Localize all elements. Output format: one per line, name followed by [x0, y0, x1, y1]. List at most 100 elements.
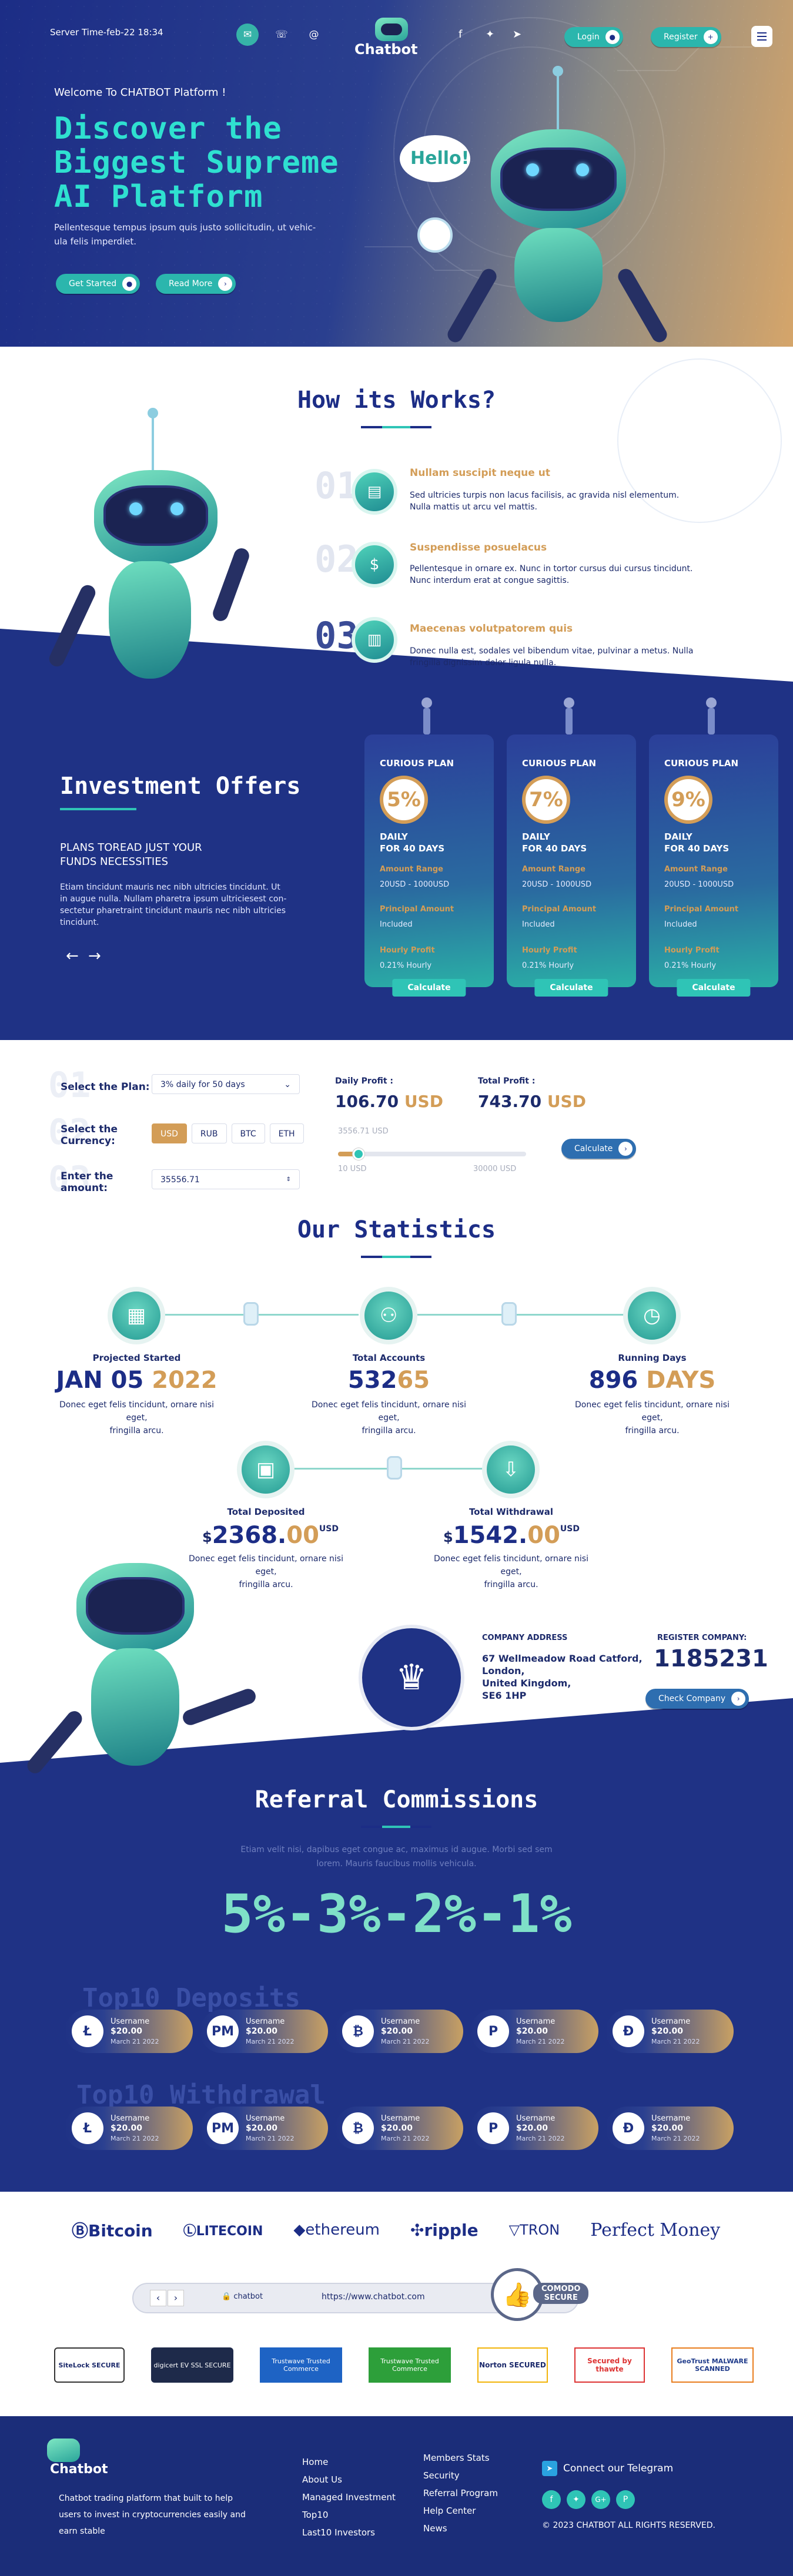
coin-icon: P	[477, 2112, 509, 2144]
currency-btc[interactable]: BTC	[231, 1123, 265, 1143]
calculate-profit-button[interactable]: Calculate ›	[561, 1139, 637, 1159]
pinterest-icon[interactable]: P	[616, 2490, 635, 2509]
calculate-button[interactable]: Calculate	[534, 979, 608, 997]
ethereum-label: ethereum	[305, 2221, 380, 2239]
check-company-button[interactable]: Check Company ›	[645, 1689, 749, 1709]
stat-desc-line2: fringilla arcu.	[109, 1426, 164, 1435]
stat-value-highlight: 00	[286, 1522, 319, 1549]
hello-text: Hello!	[410, 148, 470, 169]
footer-link-home[interactable]: Home	[302, 2453, 396, 2471]
logo-robot-icon	[375, 18, 408, 41]
transaction-username: Username	[651, 2114, 691, 2123]
currency-usd[interactable]: USD	[152, 1123, 187, 1143]
transaction-amount: $20.00	[651, 2123, 684, 2133]
back-icon[interactable]: ‹	[150, 2290, 166, 2306]
plan-daily: DAILY	[380, 831, 408, 842]
referral-levels: 5%-3%-2%-1%	[221, 1883, 572, 1945]
principal-label: Principal Amount	[380, 905, 454, 914]
register-button[interactable]: Register +	[651, 27, 721, 47]
logo[interactable]: Chatbot	[352, 18, 434, 59]
payment-logos: ⒷBitcoin ⓁLITECOIN ◆ethereum ✣ripple ▽TR…	[72, 2218, 720, 2242]
tron-label: TRON	[520, 2222, 560, 2238]
robot-illustration	[24, 1563, 282, 1810]
facebook-icon[interactable]: f	[459, 28, 462, 41]
calendar-icon: ▦	[108, 1287, 165, 1344]
phone-icon[interactable]: ☏	[270, 24, 293, 46]
twitter-icon[interactable]: ✦	[486, 28, 494, 41]
plan-name: CURIOUS PLAN	[380, 758, 454, 769]
footer-link-security[interactable]: Security	[423, 2467, 498, 2484]
slider-value: 3556.71 USD	[338, 1127, 389, 1136]
hero-title-line2: Biggest Supreme	[54, 145, 339, 180]
transaction-username: Username	[246, 2114, 285, 2123]
stat-value-main: 2368.	[212, 1522, 287, 1549]
total-profit-amount: 743.70 USD	[478, 1092, 586, 1111]
users-icon: ⚇	[360, 1287, 417, 1344]
telegram-icon[interactable]: ➤	[513, 28, 521, 41]
mini-bot-icon	[417, 217, 453, 253]
calculate-button[interactable]: Calculate	[392, 979, 466, 997]
connector-node	[387, 1456, 402, 1480]
amount-input[interactable]: 35556.71 ⇕	[152, 1169, 300, 1189]
calculate-button[interactable]: Calculate	[677, 979, 751, 997]
robot-wave-illustration	[46, 408, 306, 717]
telegram-link[interactable]: ➤ Connect our Telegram	[542, 2461, 673, 2476]
prev-arrow-icon[interactable]: ←	[66, 947, 79, 965]
stat-desc-line1: Donec eget felis tincidunt, ornare nisi …	[575, 1400, 730, 1423]
login-button[interactable]: Login ●	[564, 27, 623, 47]
ethereum-logo: ◆ethereum	[293, 2221, 380, 2239]
plan-name: CURIOUS PLAN	[522, 758, 596, 769]
chat-icon[interactable]: ✉	[236, 24, 259, 46]
forward-icon[interactable]: ›	[168, 2290, 184, 2306]
get-started-button[interactable]: Get Started ●	[56, 274, 140, 294]
stat-value: 896 DAYS	[568, 1367, 736, 1394]
chart-icon: ▥	[352, 617, 397, 663]
footer-link-about[interactable]: About Us	[302, 2471, 396, 2488]
facebook-icon[interactable]: f	[542, 2490, 561, 2509]
stat-value: 53265	[305, 1367, 473, 1394]
money-bag-icon: $	[352, 542, 397, 588]
plan-percent: 7%	[522, 776, 570, 824]
amount-input-value: 35556.71	[160, 1175, 200, 1185]
login-label: Login	[577, 32, 600, 42]
step-desc-line1: Pellentesque in ornare ex. Nunc in torto…	[410, 564, 693, 573]
google-plus-icon[interactable]: G+	[591, 2490, 610, 2509]
withdraw-icon: ⇩	[482, 1441, 540, 1498]
total-profit-label: Total Profit :	[478, 1076, 536, 1086]
footer-link-top10[interactable]: Top10	[302, 2506, 396, 2524]
currency-eth[interactable]: ETH	[269, 1123, 304, 1143]
footer-link-help[interactable]: Help Center	[423, 2502, 498, 2520]
footer-link-referral[interactable]: Referral Program	[423, 2484, 498, 2502]
next-arrow-icon[interactable]: →	[88, 947, 101, 965]
footer-link-managed[interactable]: Managed Investment	[302, 2488, 396, 2506]
statistics-title: Our Statistics	[297, 1216, 496, 1243]
footer-link-news[interactable]: News	[423, 2520, 498, 2537]
footer-link-stats[interactable]: Members Stats	[423, 2449, 498, 2467]
footer-link-last10[interactable]: Last10 Investors	[302, 2524, 396, 2541]
daily-profit-amount: 106.70 USD	[335, 1092, 443, 1111]
address-line2: London,	[482, 1665, 525, 1676]
register-label: Register	[664, 32, 698, 42]
transaction-amount: $20.00	[516, 2026, 548, 2036]
hero-text-line1: Pellentesque tempus ipsum quis justo sol…	[54, 222, 316, 233]
transaction-info: Username $20.00 March 21 2022	[381, 2114, 430, 2144]
arrow-icon: ›	[218, 277, 233, 291]
plan-select[interactable]: 3% daily for 50 days ⌄	[152, 1074, 300, 1094]
read-more-button[interactable]: Read More ›	[156, 274, 236, 294]
investment-text-line4: tincidunt.	[60, 918, 99, 927]
transaction-info: Username $20.00 March 21 2022	[516, 2017, 565, 2047]
menu-icon[interactable]	[751, 26, 772, 47]
twitter-icon[interactable]: ✦	[567, 2490, 585, 2509]
stat-value-highlight: 2022	[152, 1367, 218, 1394]
coin-icon: PM	[207, 2112, 239, 2144]
amount-slider[interactable]	[338, 1148, 526, 1160]
currency-sign: $	[202, 1529, 212, 1545]
slider-max: 30000 USD	[473, 1165, 517, 1173]
currency-rub[interactable]: RUB	[191, 1123, 227, 1143]
transaction-amount: $20.00	[381, 2026, 413, 2036]
coin-icon: ₿	[342, 2112, 374, 2144]
transaction-username: Username	[516, 2114, 556, 2123]
investment-text: Etiam tincidunt mauris nec nibh ultricie…	[60, 881, 286, 928]
amount-range-label: Amount Range	[380, 865, 443, 874]
at-icon[interactable]: @	[303, 24, 325, 46]
